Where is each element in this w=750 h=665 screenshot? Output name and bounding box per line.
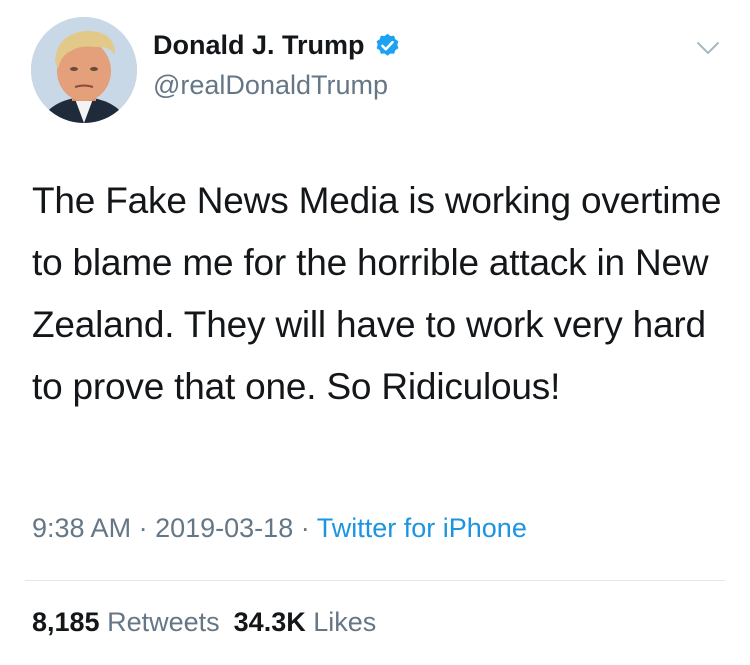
verified-badge-icon <box>376 33 398 56</box>
likes-count: 34.3K <box>233 607 306 637</box>
tweet-meta: 9:38 AM · 2019-03-18 · Twitter for iPhon… <box>32 513 527 544</box>
likes-stat[interactable]: 34.3K Likes <box>234 607 377 637</box>
avatar[interactable] <box>31 17 137 123</box>
retweets-count: 8,185 <box>32 607 100 637</box>
tweet-time: 9:38 AM <box>32 513 132 543</box>
author-name-row[interactable]: Donald J. Trump <box>153 30 401 61</box>
tweet-source-link[interactable]: Twitter for iPhone <box>317 513 527 543</box>
likes-label: Likes <box>313 607 377 637</box>
retweets-stat[interactable]: 8,185 Retweets <box>32 607 220 637</box>
divider <box>25 580 725 581</box>
tweet-text: The Fake News Media is working overtime … <box>32 180 722 407</box>
retweets-label: Retweets <box>107 607 220 637</box>
meta-separator: · <box>138 513 148 543</box>
meta-separator: · <box>300 513 310 543</box>
chevron-down-icon[interactable] <box>695 38 721 58</box>
tweet-date: 2019-03-18 <box>155 513 294 543</box>
profile-photo <box>31 17 137 123</box>
author-display-name[interactable]: Donald J. Trump <box>153 30 365 61</box>
tweet-stats: 8,185 Retweets 34.3K Likes <box>32 607 376 638</box>
author-handle[interactable]: @realDonaldTrump <box>153 70 388 101</box>
